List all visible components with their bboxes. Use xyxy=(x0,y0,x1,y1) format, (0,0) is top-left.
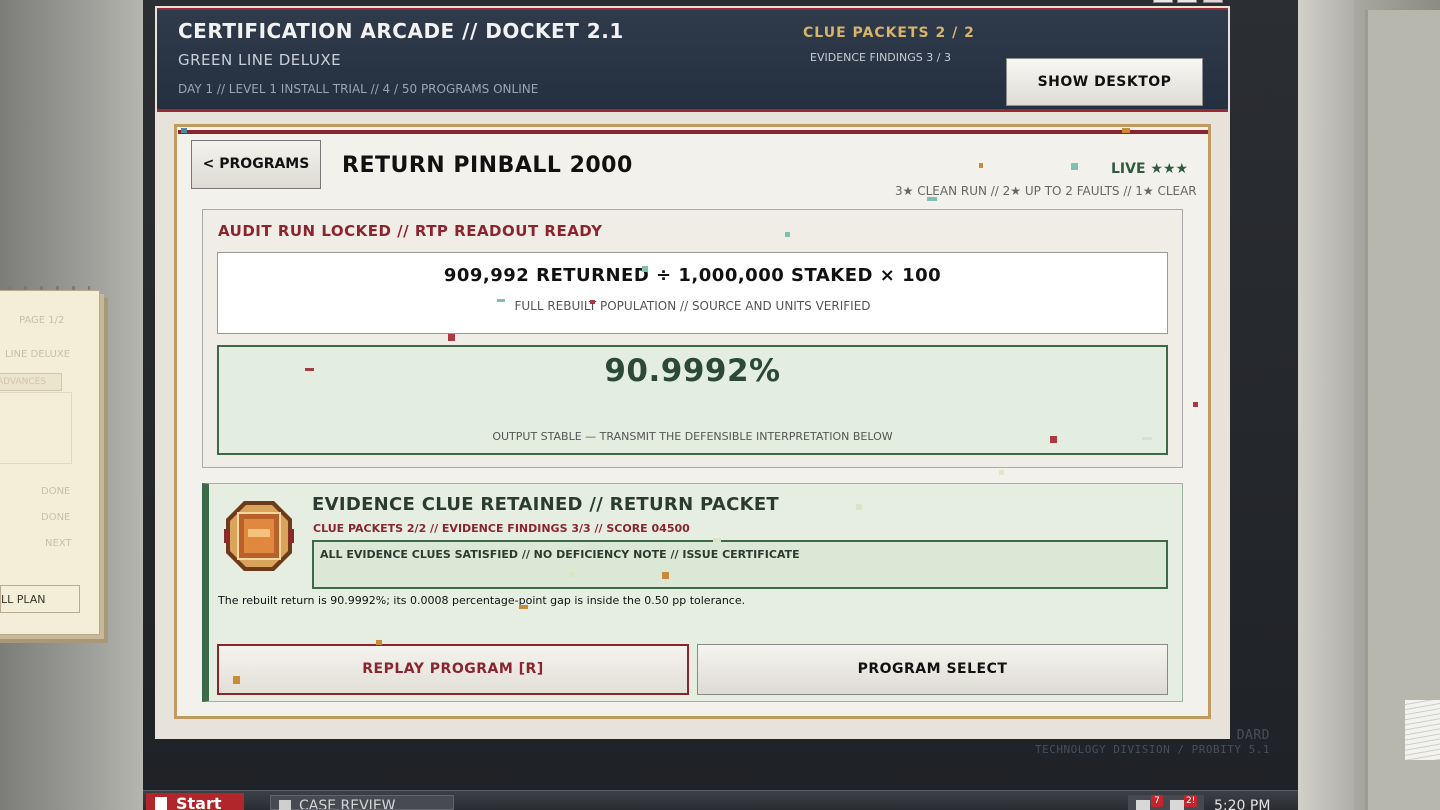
app-meta: DAY 1 // LEVEL 1 INSTALL TRIAL // 4 / 50… xyxy=(178,82,539,96)
replay-program-button[interactable]: REPLAY PROGRAM [R] xyxy=(217,644,689,695)
glitch-pixel xyxy=(1050,436,1057,443)
taskbar-case-review[interactable]: CASE REVIEW xyxy=(270,795,454,810)
case-review-icon xyxy=(279,800,291,810)
alerts-icon[interactable] xyxy=(1170,800,1184,810)
window-minimize-button[interactable] xyxy=(1153,0,1173,3)
glitch-pixel xyxy=(181,128,187,133)
rtp-formula: 909,992 RETURNED ÷ 1,000,000 STAKED × 10… xyxy=(443,265,942,286)
evidence-badge-icon xyxy=(224,501,294,571)
glitch-pixel xyxy=(785,232,790,237)
rtp-readout-note: OUTPUT STABLE — TRANSMIT THE DEFENSIBLE … xyxy=(492,430,893,443)
cubicle-post-right xyxy=(1296,0,1354,810)
notebook-line: LINE DELUXE xyxy=(5,349,71,360)
app-title: CERTIFICATION ARCADE // DOCKET 2.1 xyxy=(178,19,624,43)
paper-stack xyxy=(1405,700,1440,760)
evidence-explanation: The rebuilt return is 90.9992%; its 0.00… xyxy=(218,594,746,607)
glitch-pixel xyxy=(1142,437,1152,440)
glitch-pixel xyxy=(376,640,382,645)
start-icon xyxy=(155,797,167,810)
notebook-page: PAGE 1/2 xyxy=(19,315,65,326)
glitch-pixel xyxy=(979,163,983,168)
glitch-pixel xyxy=(713,538,721,542)
app-subtitle: GREEN LINE DELUXE xyxy=(178,51,342,69)
notebook-advances-tab: ADVANCES xyxy=(0,373,62,391)
glitch-pixel xyxy=(590,300,595,304)
back-to-programs-button[interactable]: < PROGRAMS xyxy=(191,140,321,189)
game-frame-topline xyxy=(178,130,1208,134)
notebook-plan-label: LL PLAN xyxy=(0,585,80,613)
program-title: RETURN PINBALL 2000 xyxy=(342,153,633,178)
glitch-pixel xyxy=(448,334,455,341)
glitch-pixel xyxy=(642,266,648,272)
glitch-pixel xyxy=(570,572,575,577)
audit-heading: AUDIT RUN LOCKED // RTP READOUT READY xyxy=(218,222,603,240)
rating-rules: 3★ CLEAN RUN // 2★ UP TO 2 FAULTS // 1★ … xyxy=(895,184,1197,198)
notebook-done-1: DONE xyxy=(41,486,71,497)
mail-badge: 7 xyxy=(1151,795,1163,807)
clue-packets-counter: CLUE PACKETS 2 / 2 xyxy=(803,25,975,41)
evidence-findings-counter: EVIDENCE FINDINGS 3 / 3 xyxy=(810,51,951,64)
glitch-pixel xyxy=(927,197,937,201)
notebook-frame xyxy=(0,392,72,464)
evidence-stats: CLUE PACKETS 2/2 // EVIDENCE FINDINGS 3/… xyxy=(313,522,690,535)
window-maximize-button[interactable] xyxy=(1177,0,1197,3)
glitch-pixel xyxy=(497,299,505,302)
glitch-pixel xyxy=(1193,402,1198,407)
glitch-pixel xyxy=(999,470,1004,475)
glitch-pixel xyxy=(305,368,314,371)
mail-icon[interactable] xyxy=(1136,800,1150,810)
show-desktop-button[interactable]: SHOW DESKTOP xyxy=(1006,58,1203,106)
taskbar-clock: 5:20 PM xyxy=(1214,798,1271,810)
evidence-title: EVIDENCE CLUE RETAINED // RETURN PACKET xyxy=(312,494,780,515)
glitch-pixel xyxy=(233,676,240,684)
program-select-button[interactable]: PROGRAM SELECT xyxy=(697,644,1168,695)
glitch-pixel xyxy=(1071,163,1078,170)
window-close-button[interactable] xyxy=(1203,0,1223,3)
rtp-formula-note: FULL REBUILT POPULATION // SOURCE AND UN… xyxy=(514,299,871,313)
cubicle-panel-right xyxy=(1365,10,1440,810)
rtp-readout: 90.9992% xyxy=(604,353,781,389)
glitch-pixel xyxy=(1122,128,1130,133)
evidence-note: ALL EVIDENCE CLUES SATISFIED // NO DEFIC… xyxy=(320,548,800,561)
live-rating-badge: LIVE ★★★ xyxy=(1111,161,1189,177)
notebook-next: NEXT xyxy=(45,538,72,549)
notebook-done-2: DONE xyxy=(41,512,71,523)
glitch-pixel xyxy=(856,504,862,510)
glitch-pixel xyxy=(519,605,528,609)
alerts-badge: 2! xyxy=(1184,795,1198,807)
monitor-division: TECHNOLOGY DIVISION / PROBITY 5.1 xyxy=(1034,743,1270,756)
glitch-pixel xyxy=(662,572,669,579)
